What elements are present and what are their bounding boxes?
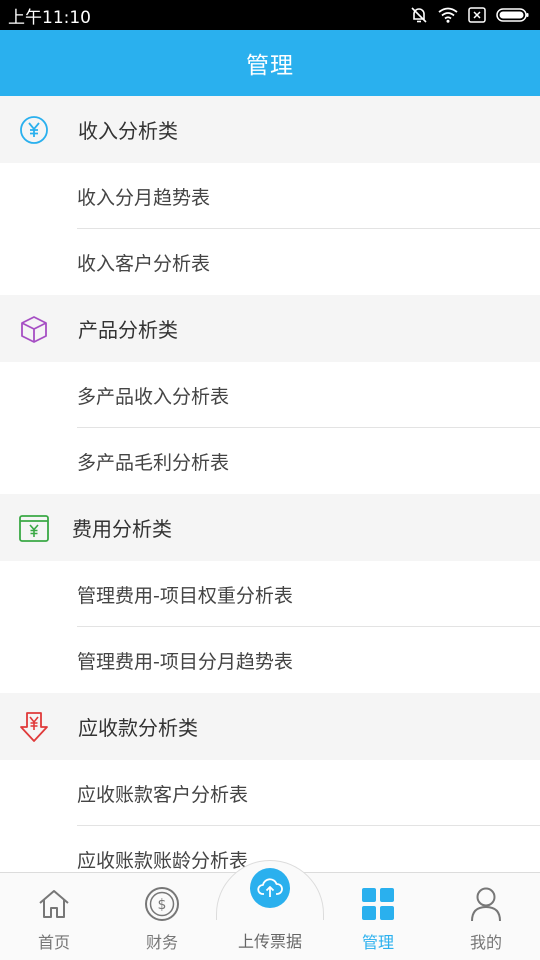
list-item-receivables-customer[interactable]: 应收账款客户分析表 [0, 760, 540, 826]
yen-wallet-icon [18, 512, 50, 544]
section-header-expense: 费用分析类 [0, 494, 540, 561]
tab-manage[interactable]: 管理 [324, 873, 432, 960]
list-item-label: 收入客户分析表 [77, 252, 211, 275]
tab-label: 首页 [37, 933, 70, 952]
cloud-upload-icon [250, 868, 290, 908]
section-title: 费用分析类 [72, 517, 172, 541]
person-icon [468, 885, 504, 923]
svg-text:$: $ [158, 897, 167, 913]
tab-label: 上传票据 [237, 932, 302, 951]
tab-upload-receipt[interactable]: 上传票据 [216, 862, 324, 960]
cube-icon [18, 313, 50, 345]
list-item-income-monthly-trend[interactable]: 收入分月趋势表 [0, 163, 540, 229]
list-item-multi-product-margin[interactable]: 多产品毛利分析表 [0, 428, 540, 494]
list-item-income-customer[interactable]: 收入客户分析表 [0, 229, 540, 295]
report-list: 收入分析类 收入分月趋势表 收入客户分析表 产品分析类 多产品收入分析表 多产品… [0, 96, 540, 872]
yen-arrow-down-icon [18, 711, 50, 743]
list-item-label: 管理费用-项目权重分析表 [77, 584, 293, 607]
section-header-income: 收入分析类 [0, 96, 540, 163]
list-item-label: 多产品收入分析表 [77, 385, 230, 408]
tab-mine[interactable]: 我的 [432, 873, 540, 960]
list-item-label: 收入分月趋势表 [77, 186, 211, 209]
coin-icon: $ [143, 885, 181, 923]
wifi-icon [438, 7, 458, 23]
tab-label: 我的 [469, 933, 502, 952]
list-item-admin-expense-weight[interactable]: 管理费用-项目权重分析表 [0, 561, 540, 627]
page-header: 管理 [0, 30, 540, 96]
section-header-receivables: 应收款分析类 [0, 693, 540, 760]
status-time: 上午11:10 [8, 7, 91, 28]
section-title: 产品分析类 [78, 318, 178, 342]
list-item-admin-expense-monthly[interactable]: 管理费用-项目分月趋势表 [0, 627, 540, 693]
battery-icon [496, 8, 529, 22]
page-title: 管理 [246, 53, 294, 79]
sim-x-icon [468, 7, 486, 23]
home-icon [36, 885, 72, 923]
mute-bell-icon [411, 7, 427, 23]
tab-label: 管理 [361, 933, 394, 952]
section-title: 应收款分析类 [78, 716, 198, 740]
list-item-label: 管理费用-项目分月趋势表 [77, 650, 293, 673]
grid-icon [360, 885, 396, 923]
list-item-label: 应收账款客户分析表 [77, 783, 249, 806]
yen-circle-icon [18, 114, 50, 146]
tab-finance[interactable]: $ 财务 [108, 873, 216, 960]
section-title: 收入分析类 [78, 119, 178, 143]
tab-home[interactable]: 首页 [0, 873, 108, 960]
list-item-multi-product-income[interactable]: 多产品收入分析表 [0, 362, 540, 428]
status-bar: 上午11:10 [0, 0, 540, 30]
section-header-product: 产品分析类 [0, 295, 540, 362]
status-icons [410, 6, 530, 24]
tab-label: 财务 [145, 933, 178, 952]
list-item-label: 多产品毛利分析表 [77, 451, 230, 474]
